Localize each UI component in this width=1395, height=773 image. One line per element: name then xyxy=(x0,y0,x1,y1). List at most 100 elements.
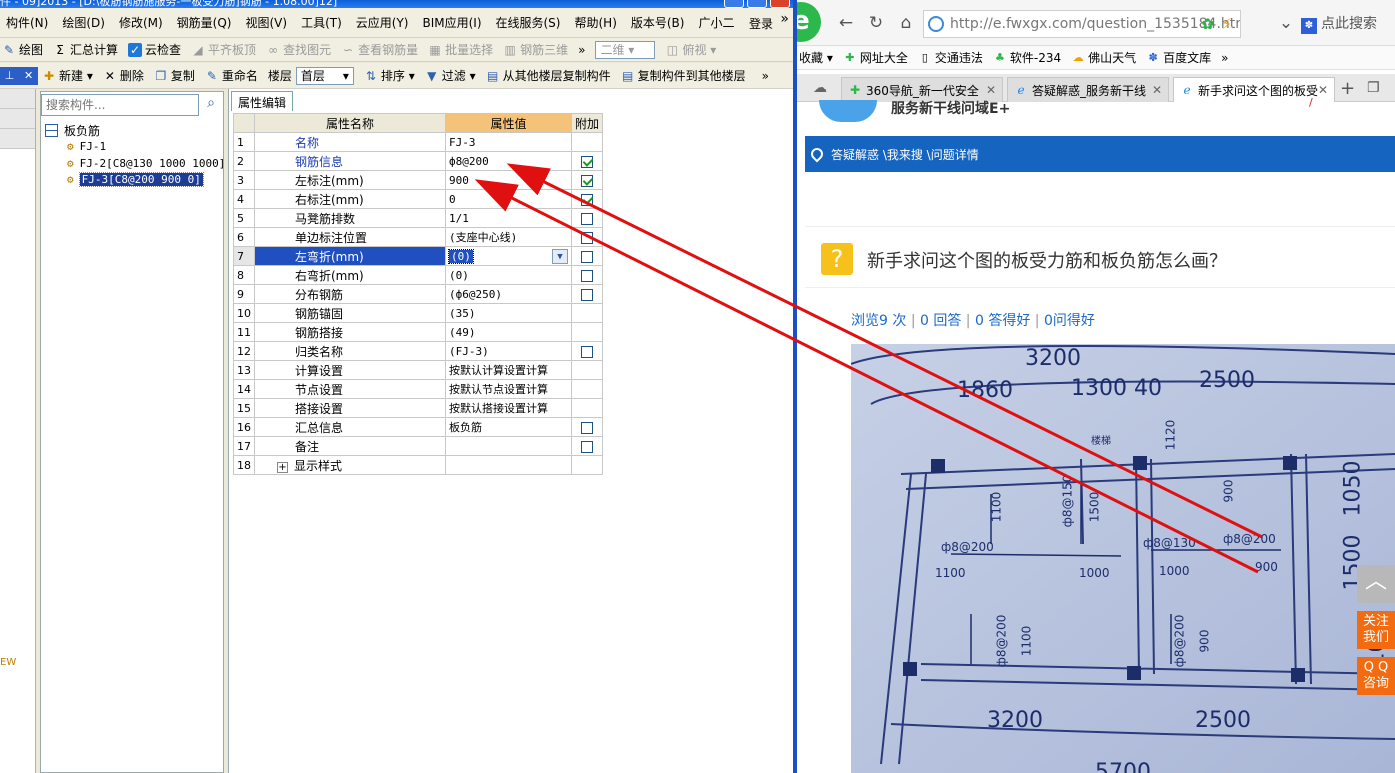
close-tab-icon[interactable]: ✕ xyxy=(1318,83,1328,97)
attach-checkbox[interactable] xyxy=(581,269,593,282)
table-row[interactable]: 16 汇总信息 板负筋 xyxy=(233,417,604,437)
close-tab-icon[interactable]: ✕ xyxy=(986,83,996,97)
batch-select-button[interactable]: ▦ 批量选择 xyxy=(428,41,493,58)
close-button[interactable] xyxy=(770,0,790,8)
view-mode-select[interactable]: 二维 ▾ xyxy=(595,40,656,59)
restore-tabs-icon[interactable]: ❐ xyxy=(1367,80,1380,96)
menu-assistant[interactable]: 广小二 xyxy=(698,14,734,31)
prop-value[interactable] xyxy=(445,455,572,475)
cloud-icon[interactable]: ☁ xyxy=(813,80,827,96)
prop-value[interactable]: (0) xyxy=(448,248,474,264)
toolbar2-overflow-icon[interactable]: » xyxy=(762,69,769,83)
refresh-icon[interactable]: ↻ xyxy=(865,12,887,34)
good-question-link[interactable]: 0问得好 xyxy=(1044,313,1095,329)
extension-icon[interactable]: ✿ xyxy=(1201,15,1214,33)
attach-checkbox[interactable] xyxy=(581,231,593,244)
browser-tab[interactable]: ℯ 答疑解惑_服务新干线 ✕ xyxy=(1007,77,1169,102)
table-row[interactable]: 10 钢筋锚固 (35) xyxy=(233,303,604,323)
fav-item[interactable]: ▯ 交通违法 xyxy=(918,49,983,66)
good-answers-link[interactable]: 0 答得好 xyxy=(975,313,1030,329)
prop-value[interactable]: 1/1 xyxy=(445,208,572,228)
flat-slab-button[interactable]: ◢ 平齐板顶 xyxy=(191,41,256,58)
menu-component[interactable]: 构件(N) xyxy=(6,14,48,31)
table-row[interactable]: 3 左标注(mm) 900 xyxy=(233,170,604,190)
prop-value[interactable] xyxy=(445,436,572,456)
views-link[interactable]: 浏览9 次 xyxy=(851,313,906,329)
minimize-button[interactable] xyxy=(724,0,744,8)
tree-root-node[interactable]: 板负筋 xyxy=(45,122,100,139)
table-row[interactable]: 4 右标注(mm) 0 xyxy=(233,189,604,209)
table-row[interactable]: 12 归类名称 (FJ-3) xyxy=(233,341,604,361)
prop-value-combo[interactable]: (0) ▼ xyxy=(448,248,568,264)
prop-value[interactable]: (FJ-3) xyxy=(445,341,572,361)
menu-cloud[interactable]: 云应用(Y) xyxy=(356,14,409,31)
tree-item-fj2[interactable]: ⚙ FJ-2[C8@130 1000 1000] xyxy=(67,157,225,170)
menu-overflow-icon[interactable]: » xyxy=(780,11,789,27)
prop-value[interactable]: 0 xyxy=(445,189,572,209)
rebar-3d-button[interactable]: ▥ 钢筋三维 xyxy=(503,41,568,58)
table-row[interactable]: 8 右弯折(mm) (0) xyxy=(233,265,604,285)
attach-checkbox[interactable] xyxy=(581,250,593,263)
table-row[interactable]: 7 左弯折(mm) (0) ▼ xyxy=(233,246,604,266)
find-element-button[interactable]: ∞ 查找图元 xyxy=(266,41,331,58)
search-shortcut[interactable]: ✽ 点此搜索 xyxy=(1301,13,1377,34)
floor-select[interactable]: 首层 ▾ xyxy=(295,66,354,85)
table-row[interactable]: 13 计算设置 按默认计算设置计算 xyxy=(233,360,604,380)
dock-cell[interactable] xyxy=(0,129,35,149)
view-angle-select[interactable]: ◫ 俯视 ▾ xyxy=(665,41,717,58)
fav-item[interactable]: ♣ 软件-234 xyxy=(993,49,1061,66)
table-row[interactable]: 1 名称 FJ-3 xyxy=(233,132,604,152)
tree-item-fj3[interactable]: ⚙ FJ-3[C8@200 900 0] xyxy=(67,172,204,187)
menu-online[interactable]: 在线服务(S) xyxy=(496,14,561,31)
menu-tools[interactable]: 工具(T) xyxy=(301,14,342,31)
rename-button[interactable]: ✎ 重命名 xyxy=(205,67,258,84)
url-field[interactable]: http://e.fwxgx.com/question_1535184.htr … xyxy=(923,10,1241,38)
fav-item[interactable]: ✽ 百度文库 xyxy=(1146,49,1212,66)
site-logo-icon[interactable] xyxy=(819,100,877,122)
menu-rebar-qty[interactable]: 钢筋量(Q) xyxy=(177,14,232,31)
qq-consult-button[interactable]: Q Q 咨询 xyxy=(1357,657,1395,695)
new-tab-icon[interactable]: + xyxy=(1340,78,1355,99)
sum-calc-button[interactable]: Σ 汇总计算 xyxy=(53,41,118,58)
chevron-down-icon[interactable]: ▼ xyxy=(552,248,568,264)
menu-draw[interactable]: 绘图(D) xyxy=(62,14,105,31)
component-search-input[interactable] xyxy=(41,94,199,116)
prop-value[interactable]: (ф6@250) xyxy=(445,284,572,304)
table-row[interactable]: 5 马凳筋排数 1/1 xyxy=(233,208,604,228)
new-button[interactable]: ✚ 新建 ▾ xyxy=(42,67,93,84)
lightning-icon[interactable]: ⚡ xyxy=(1221,15,1232,33)
attach-checkbox[interactable] xyxy=(581,288,593,301)
prop-value[interactable]: (支座中心线) xyxy=(445,227,572,247)
tree-item-fj1[interactable]: ⚙ FJ-1 xyxy=(67,140,106,153)
menu-bim[interactable]: BIM应用(I) xyxy=(422,14,481,31)
browser-logo-icon[interactable]: e xyxy=(797,2,821,42)
prop-value[interactable]: (49) xyxy=(445,322,572,342)
answers-link[interactable]: 0 回答 xyxy=(920,313,961,329)
login-button[interactable]: 登录 xyxy=(749,15,773,32)
prop-value[interactable]: (35) xyxy=(445,303,572,323)
prop-value[interactable]: ф8@200 xyxy=(445,151,572,171)
table-row[interactable]: 15 搭接设置 按默认搭接设置计算 xyxy=(233,398,604,418)
menu-version[interactable]: 版本号(B) xyxy=(631,14,685,31)
prop-value[interactable]: 900 xyxy=(445,170,572,190)
table-row[interactable]: 11 钢筋搭接 (49) xyxy=(233,322,604,342)
close-tab-icon[interactable]: ✕ xyxy=(1152,83,1162,97)
table-row[interactable]: 14 节点设置 按默认节点设置计算 xyxy=(233,379,604,399)
breadcrumb-text[interactable]: 答疑解惑 \我来搜 \问题详情 xyxy=(831,146,979,163)
search-icon[interactable]: ⌕ xyxy=(201,95,221,115)
attach-checkbox[interactable] xyxy=(581,345,593,358)
panel-pin-close[interactable]: ⊥ ✕ xyxy=(0,66,38,85)
back-to-top-icon[interactable]: ︿ xyxy=(1357,565,1395,603)
menu-modify[interactable]: 修改(M) xyxy=(119,14,163,31)
follow-us-button[interactable]: 关注 我们 xyxy=(1357,611,1395,649)
menu-help[interactable]: 帮助(H) xyxy=(574,14,616,31)
attach-checkbox[interactable] xyxy=(581,212,593,225)
draw-button[interactable]: ✎ 绘图 xyxy=(2,41,43,58)
view-rebar-button[interactable]: ∽ 查看钢筋量 xyxy=(341,41,418,58)
header-link[interactable]: / xyxy=(1309,96,1313,109)
prop-value[interactable]: 板负筋 xyxy=(445,417,572,437)
prop-value[interactable]: FJ-3 xyxy=(445,132,572,152)
expand-icon[interactable]: + xyxy=(277,461,288,473)
toolbar1-overflow-icon[interactable]: » xyxy=(578,43,585,57)
favbar-overflow-icon[interactable]: » xyxy=(1221,51,1228,65)
